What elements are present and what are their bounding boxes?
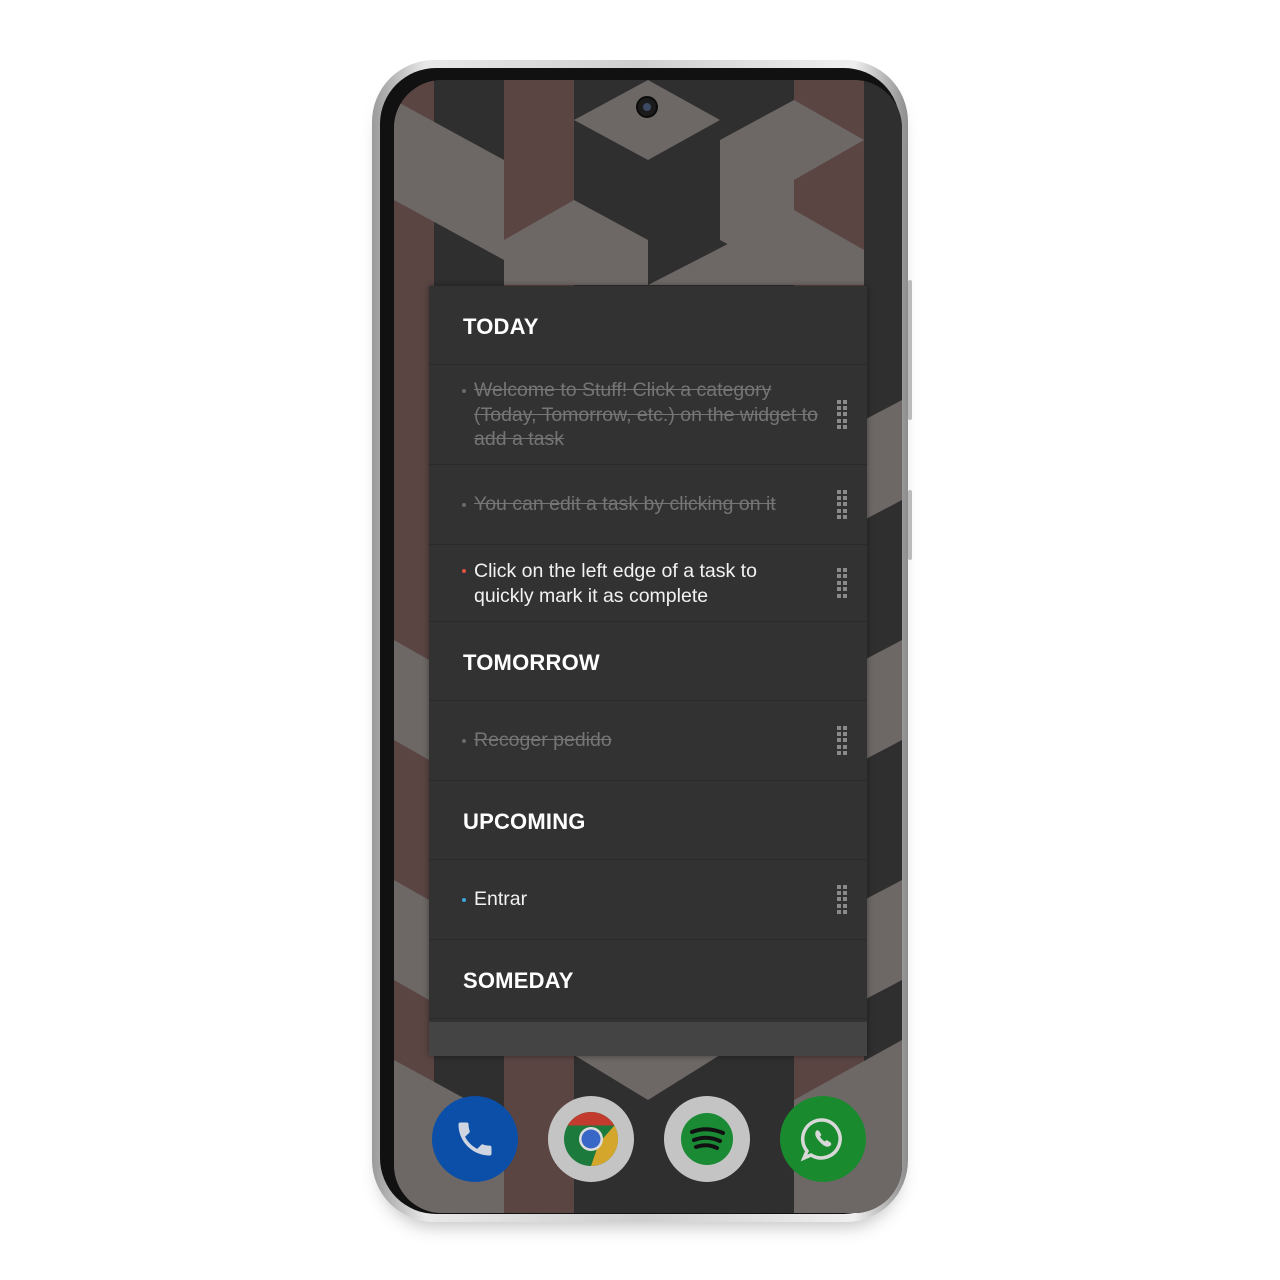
complete-toggle-bullet[interactable] (462, 389, 466, 393)
drag-handle-icon[interactable] (837, 884, 847, 915)
task-item[interactable]: Welcome to Stuff! Click a category (Toda… (429, 365, 867, 465)
stuff-todo-widget: TODAY Welcome to Stuff! Click a category … (429, 286, 867, 1056)
dock-phone[interactable] (432, 1096, 518, 1182)
complete-toggle-bullet[interactable] (462, 569, 466, 573)
whatsapp-icon (800, 1118, 842, 1162)
drag-handle-icon[interactable] (837, 399, 847, 430)
section-title: TOMORROW (463, 650, 600, 675)
phone-frame: TODAY Welcome to Stuff! Click a category … (372, 60, 912, 1222)
chrome-icon (564, 1112, 619, 1166)
power-button (908, 490, 912, 560)
dock-chrome[interactable] (548, 1096, 634, 1182)
section-title: TODAY (463, 314, 539, 339)
volume-button (908, 280, 912, 420)
dock-whatsapp[interactable] (780, 1096, 866, 1182)
task-item[interactable]: Entrar (429, 860, 867, 940)
section-title: UPCOMING (463, 809, 586, 834)
complete-toggle-bullet[interactable] (462, 503, 466, 507)
phone-bezel: TODAY Welcome to Stuff! Click a category … (380, 68, 902, 1214)
drag-handle-icon[interactable] (837, 489, 847, 520)
task-item[interactable]: Recoger pedido (429, 701, 867, 781)
section-header-someday[interactable]: SOMEDAY (429, 940, 867, 1019)
home-screen: TODAY Welcome to Stuff! Click a category … (394, 80, 902, 1213)
task-item[interactable]: Click on the left edge of a task to quic… (429, 545, 867, 622)
task-text[interactable]: Welcome to Stuff! Click a category (Toda… (474, 378, 819, 452)
complete-toggle-bullet[interactable] (462, 739, 466, 743)
widget-footer (429, 1022, 867, 1056)
task-text[interactable]: Entrar (474, 887, 819, 912)
dock-spotify[interactable] (664, 1096, 750, 1182)
drag-handle-icon[interactable] (837, 568, 847, 598)
front-camera (636, 96, 658, 118)
task-text[interactable]: Recoger pedido (474, 728, 819, 753)
section-title: SOMEDAY (463, 968, 574, 993)
complete-toggle-bullet[interactable] (462, 898, 466, 902)
phone-icon (458, 1122, 492, 1156)
task-text[interactable]: You can edit a task by clicking on it (474, 492, 819, 517)
section-header-tomorrow[interactable]: TOMORROW (429, 622, 867, 701)
drag-handle-icon[interactable] (837, 725, 847, 756)
task-item[interactable]: You can edit a task by clicking on it (429, 465, 867, 545)
task-text[interactable]: Click on the left edge of a task to quic… (474, 559, 819, 608)
section-header-upcoming[interactable]: UPCOMING (429, 781, 867, 860)
spotify-icon (681, 1113, 733, 1165)
section-header-today[interactable]: TODAY (429, 286, 867, 365)
